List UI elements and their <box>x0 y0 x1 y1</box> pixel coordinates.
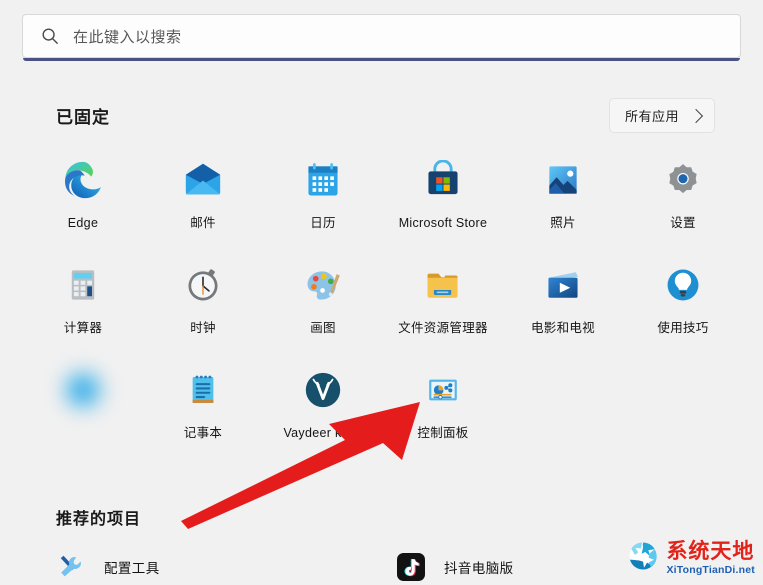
app-tile-tips[interactable]: 使用技巧 <box>623 257 743 362</box>
clock-icon <box>181 263 225 307</box>
all-apps-label: 所有应用 <box>624 109 679 124</box>
recommended-item-label: 配置工具 <box>104 561 160 576</box>
app-label: Microsoft Store <box>398 216 488 230</box>
control-panel-icon <box>421 368 465 412</box>
app-label: 控制面板 <box>417 426 469 440</box>
microsoft-store-icon <box>421 158 465 202</box>
app-label: Edge <box>67 216 99 230</box>
app-label: Vaydeer keyb <box>283 426 363 440</box>
movies-tv-icon <box>541 263 585 307</box>
app-tile-mail[interactable]: 邮件 <box>143 152 263 257</box>
watermark-cn: 系统天地 <box>666 540 755 564</box>
app-label: 画图 <box>310 321 336 335</box>
search-placeholder-text: 在此键入以搜索 <box>73 28 182 46</box>
calculator-icon <box>61 263 105 307</box>
pinned-section-header: 已固定 所有应用 <box>56 98 715 133</box>
recycle-circle-logo-icon <box>625 538 661 579</box>
notepad-icon <box>181 368 225 412</box>
edge-icon <box>61 158 105 202</box>
file-explorer-folder-icon <box>421 263 465 307</box>
app-label: 日历 <box>310 216 336 230</box>
app-tile-control-panel[interactable]: 控制面板 <box>383 362 503 467</box>
app-label: 照片 <box>550 216 576 230</box>
paint-palette-icon <box>301 263 345 307</box>
app-label: 邮件 <box>190 216 216 230</box>
app-label: 电影和电视 <box>530 321 595 335</box>
app-tile-microsoft-store[interactable]: Microsoft Store <box>383 152 503 257</box>
app-tile-edge[interactable]: Edge <box>23 152 143 257</box>
app-label: 计算器 <box>63 321 103 335</box>
mail-icon <box>181 158 225 202</box>
app-tile-file-explorer[interactable]: 文件资源管理器 <box>383 257 503 362</box>
watermark: 系统天地 XiTongTianDi.net <box>625 538 755 579</box>
tips-lightbulb-icon <box>661 263 705 307</box>
app-tile-blurred[interactable] <box>23 362 143 467</box>
app-label: 时钟 <box>190 321 216 335</box>
wrench-screwdriver-icon <box>56 552 86 582</box>
app-tile-photos[interactable]: 照片 <box>503 152 623 257</box>
chevron-right-icon <box>688 108 704 123</box>
search-bar[interactable]: 在此键入以搜索 <box>22 14 741 61</box>
recommended-item-label: 抖音电脑版 <box>444 561 514 576</box>
pinned-title: 已固定 <box>56 108 110 127</box>
calendar-icon <box>301 158 345 202</box>
app-tile-calculator[interactable]: 计算器 <box>23 257 143 362</box>
watermark-text: 系统天地 XiTongTianDi.net <box>666 541 755 576</box>
blurred-app-icon <box>61 368 105 412</box>
app-tile-vaydeer[interactable]: Vaydeer keyb <box>263 362 383 467</box>
app-label: 记事本 <box>183 426 223 440</box>
app-tile-notepad[interactable]: 记事本 <box>143 362 263 467</box>
app-tile-clock[interactable]: 时钟 <box>143 257 263 362</box>
app-label: 使用技巧 <box>657 321 709 335</box>
search-icon <box>41 27 59 45</box>
tiktok-icon <box>396 552 426 582</box>
photos-icon <box>541 158 585 202</box>
search-accent-underline <box>23 58 740 61</box>
app-label: 设置 <box>670 216 696 230</box>
recommended-title: 推荐的项目 <box>56 511 142 528</box>
app-tile-settings[interactable]: 设置 <box>623 152 743 257</box>
all-apps-button[interactable]: 所有应用 <box>608 98 715 133</box>
watermark-en: XiTongTianDi.net <box>666 564 755 577</box>
recommended-item-config-tools[interactable]: 配置工具 <box>56 552 396 582</box>
settings-gear-icon <box>661 158 705 202</box>
app-tile-paint[interactable]: 画图 <box>263 257 383 362</box>
start-menu: 在此键入以搜索 已固定 所有应用 Edge 邮件 日历 Microsoft St… <box>0 0 763 585</box>
pinned-apps-grid: Edge 邮件 日历 Microsoft Store 照片 设置 计算器 时钟 … <box>23 152 743 467</box>
recommended-list: 配置工具 抖音电脑版 <box>56 552 716 582</box>
app-label: 文件资源管理器 <box>398 321 488 335</box>
app-tile-movies-tv[interactable]: 电影和电视 <box>503 257 623 362</box>
vaydeer-deer-icon <box>301 368 345 412</box>
app-tile-calendar[interactable]: 日历 <box>263 152 383 257</box>
search-input[interactable]: 在此键入以搜索 <box>22 14 741 58</box>
